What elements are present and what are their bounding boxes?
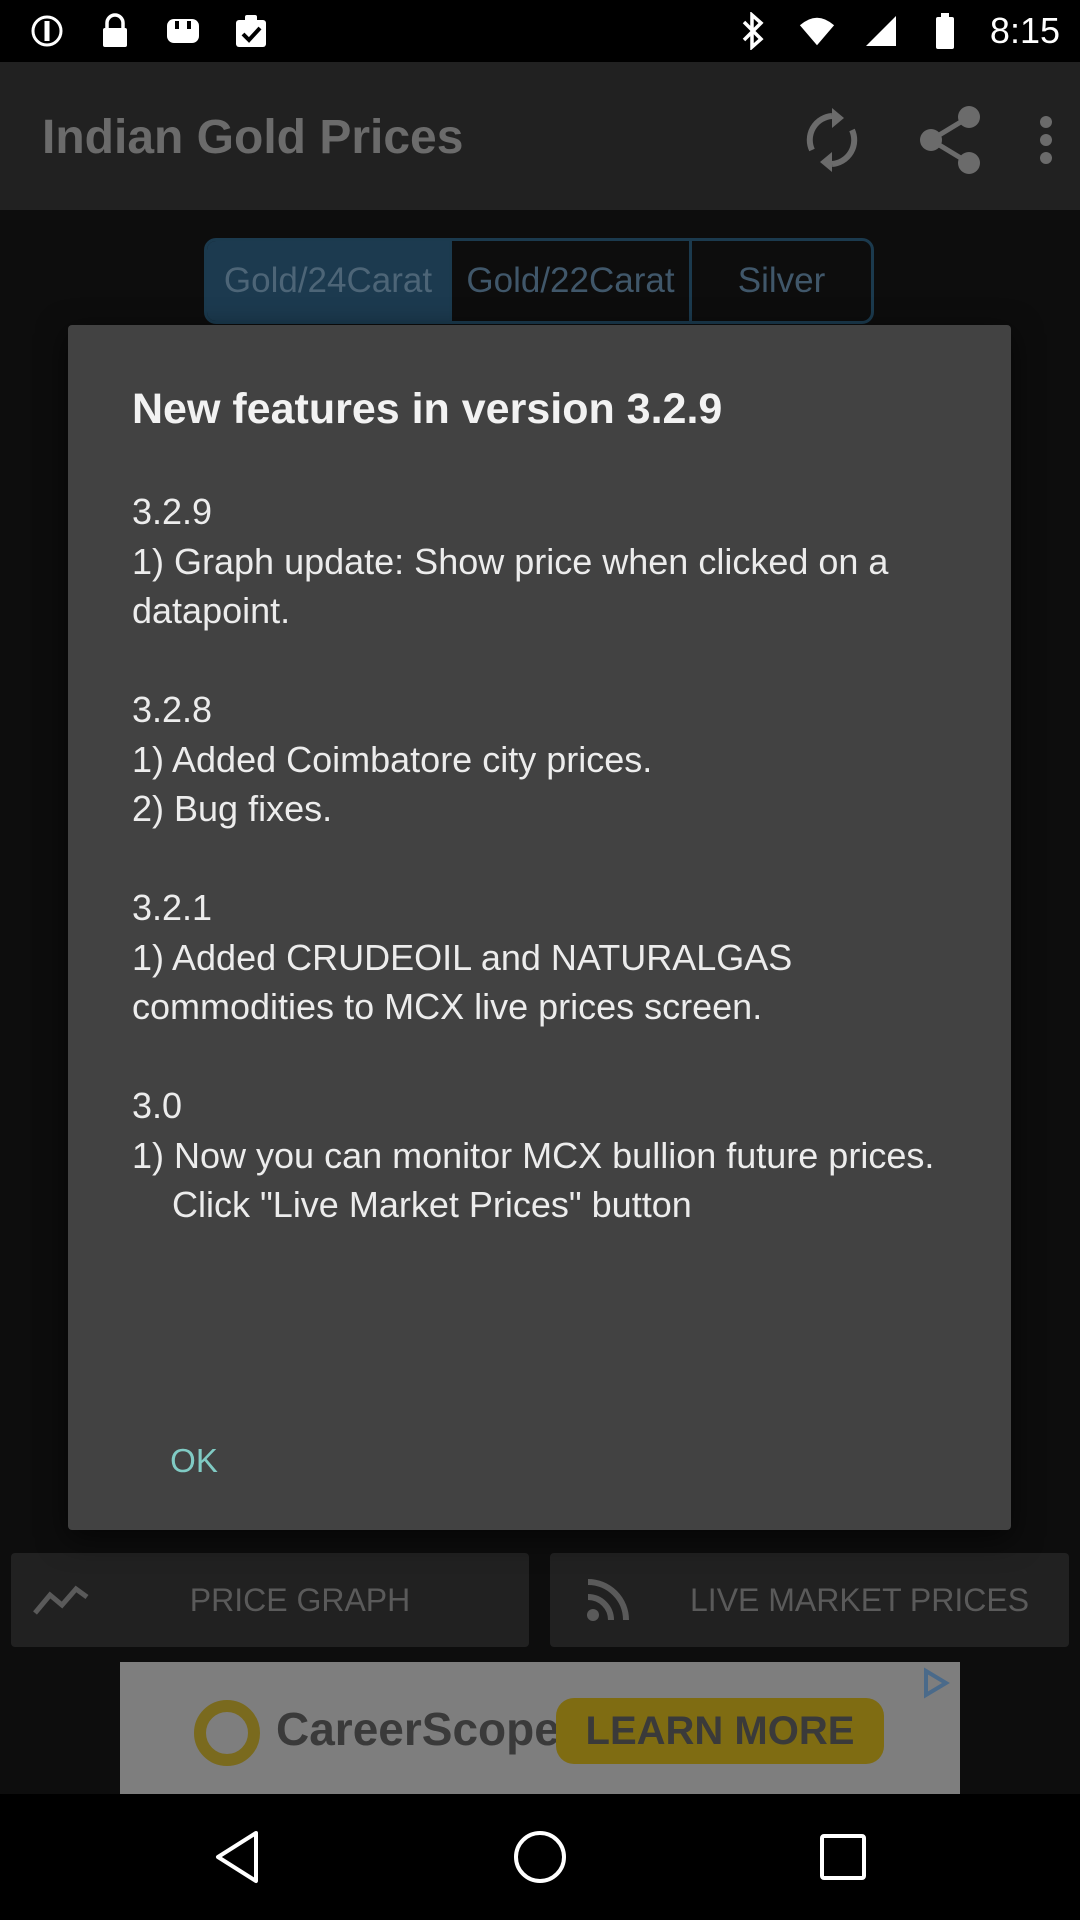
share-icon[interactable] xyxy=(908,98,992,182)
battery-icon xyxy=(926,12,964,50)
overflow-menu-icon[interactable] xyxy=(1026,98,1066,182)
dialog-title: New features in version 3.2.9 xyxy=(132,385,723,433)
tab-gold-24carat[interactable]: Gold/24Carat xyxy=(207,241,452,321)
signal-icon xyxy=(862,12,900,50)
back-icon[interactable] xyxy=(202,1822,272,1892)
careerscope-logo-icon xyxy=(194,1700,260,1766)
recents-icon[interactable] xyxy=(808,1822,878,1892)
price-graph-label: PRICE GRAPH xyxy=(189,1581,411,1618)
status-time: 8:15 xyxy=(989,10,1060,51)
ad-brand: CareerScope xyxy=(276,1703,560,1755)
do-not-disturb-icon xyxy=(28,12,66,50)
wifi-icon xyxy=(798,12,836,50)
status-bar: 8:15 xyxy=(0,0,1080,62)
metal-tabs: Gold/24Carat Gold/22Carat Silver xyxy=(204,238,874,324)
task-done-icon xyxy=(232,12,270,50)
home-icon[interactable] xyxy=(505,1822,575,1892)
live-market-prices-label: LIVE MARKET PRICES xyxy=(690,1581,1030,1618)
tab-gold-22carat[interactable]: Gold/22Carat xyxy=(452,241,692,321)
live-market-prices-button[interactable]: LIVE MARKET PRICES xyxy=(550,1553,1069,1647)
price-graph-button[interactable]: PRICE GRAPH xyxy=(11,1553,529,1647)
ad-banner[interactable]: CareerScope LEARN MORE xyxy=(120,1662,960,1794)
ad-choices-icon[interactable] xyxy=(918,1666,956,1704)
refresh-icon[interactable] xyxy=(790,98,874,182)
whats-new-dialog: New features in version 3.2.9 3.2.9 1) G… xyxy=(68,325,1011,1530)
tab-silver[interactable]: Silver xyxy=(692,241,871,321)
dialog-message: 3.2.9 1) Graph update: Show price when c… xyxy=(132,491,935,1225)
ad-learn-more-button[interactable]: LEARN MORE xyxy=(556,1698,884,1764)
app-bar: Indian Gold Prices xyxy=(0,62,1080,210)
lock-icon xyxy=(96,12,134,50)
system-nav-bar xyxy=(0,1794,1080,1920)
app-notification-icon xyxy=(164,12,202,50)
app-title: Indian Gold Prices xyxy=(42,111,464,164)
ok-button[interactable]: OK xyxy=(144,1428,244,1494)
bluetooth-icon xyxy=(734,12,772,50)
